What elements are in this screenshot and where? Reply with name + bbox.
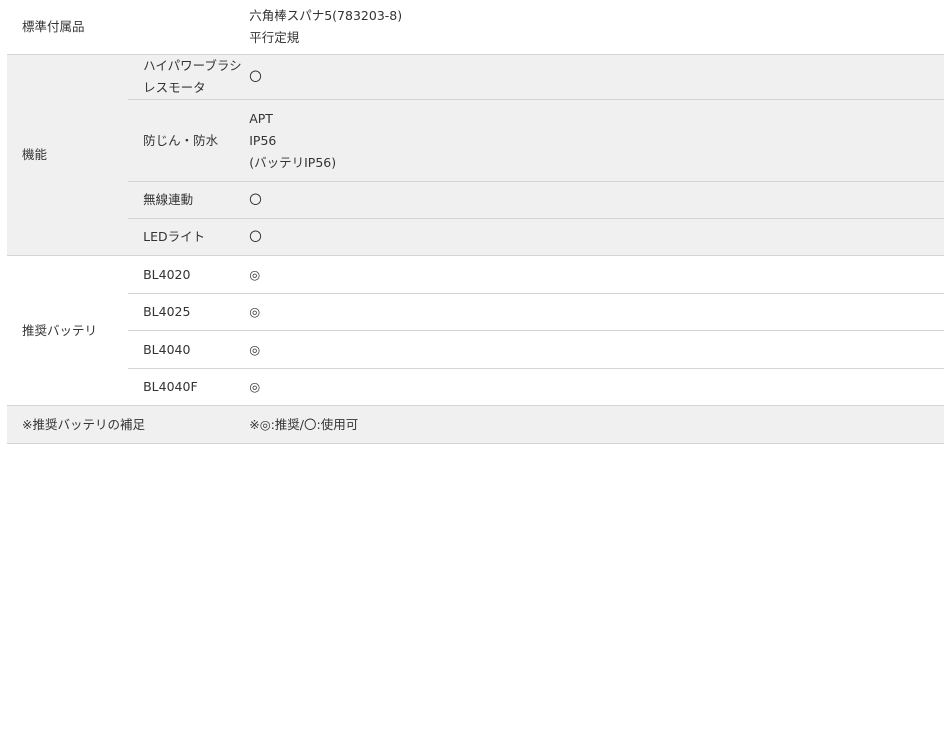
row-value: 〇 (249, 54, 944, 100)
row-value: 六角棒スパナ5(783203-8) 平行定規 (249, 0, 944, 55)
value-line: APT (249, 110, 273, 126)
spec-row-function: LEDライト 〇 (7, 218, 944, 256)
spec-row-function: 防じん・防水 APT IP56 (バッテリIP56) (7, 99, 944, 182)
spec-row-battery: BL4025 ◎ (7, 293, 944, 331)
row-label: 標準付属品 (7, 0, 250, 55)
spec-row-function: 無線連動 〇 (7, 181, 944, 219)
row-sublabel: BL4040F (128, 368, 250, 406)
value-line: 平行定規 (249, 30, 300, 45)
spec-row-battery: 推奨バッテリ BL4020 ◎ (7, 255, 944, 406)
row-sublabel: 無線連動 (128, 181, 250, 219)
spec-row-battery: BL4040 ◎ (7, 330, 944, 369)
spec-row-battery: BL4040F ◎ (7, 368, 944, 406)
row-sublabel: 防じん・防水 (128, 99, 250, 182)
row-sublabel: LEDライト (128, 218, 250, 256)
row-sublabel: BL4040 (128, 330, 250, 369)
value-line: (バッテリIP56) (249, 154, 337, 170)
row-label: ※推奨バッテリの補足 (7, 405, 250, 444)
row-value: 〇 (249, 218, 944, 256)
value-line: IP56 (249, 132, 277, 148)
value-line: 六角棒スパナ5(783203-8) (249, 8, 403, 23)
row-value: APT IP56 (バッテリIP56) (249, 99, 944, 182)
row-sublabel: BL4020 (128, 255, 250, 294)
row-value: ◎ (249, 330, 944, 369)
spec-row-accessories: 標準付属品 六角棒スパナ5(783203-8) 平行定規 (7, 0, 944, 55)
row-value: ◎ (249, 255, 944, 294)
spec-table: 標準付属品 六角棒スパナ5(783203-8) 平行定規 機能 ハイパワーブラシ… (7, 0, 944, 444)
row-value: ※◎:推奨/〇:使用可 (249, 405, 944, 444)
row-value: ◎ (249, 293, 944, 331)
row-sublabel: BL4025 (128, 293, 250, 331)
row-sublabel: ハイパワーブラシレスモータ (128, 54, 250, 100)
row-label: 機能 (7, 54, 129, 256)
spec-row-note: ※推奨バッテリの補足 ※◎:推奨/〇:使用可 (7, 405, 944, 444)
row-value: ◎ (249, 368, 944, 406)
row-label: 推奨バッテリ (7, 255, 129, 406)
spec-row-function: 機能 ハイパワーブラシレスモータ 〇 (7, 54, 944, 256)
row-value: 〇 (249, 181, 944, 219)
